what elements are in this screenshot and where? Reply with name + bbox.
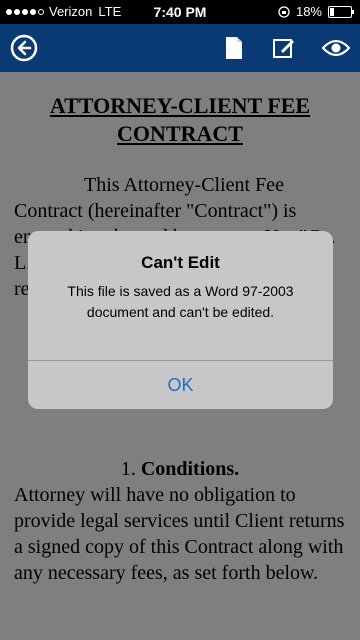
- alert-ok-button[interactable]: OK: [28, 361, 333, 409]
- document-button[interactable]: [220, 34, 248, 62]
- document-icon: [226, 37, 242, 59]
- back-arrow-circle-icon: [10, 34, 38, 62]
- section-title: Conditions.: [140, 458, 240, 480]
- battery-percent: 18%: [295, 4, 322, 19]
- edit-icon: [273, 39, 294, 58]
- eye-icon: [322, 39, 350, 57]
- back-button[interactable]: [10, 34, 38, 62]
- status-bar-right: 18%: [278, 4, 354, 19]
- document-title: ATTORNEY-CLIENT FEE CONTRACT: [49, 93, 311, 146]
- cant-edit-alert: Can't Edit This file is saved as a Word …: [28, 231, 333, 409]
- battery-level-fill: [330, 7, 334, 16]
- alert-title: Can't Edit: [141, 253, 220, 272]
- battery-icon: [328, 5, 354, 18]
- alert-message: This file is saved as a Word 97-2003 doc…: [67, 283, 294, 320]
- top-toolbar: [0, 24, 360, 72]
- status-bar: Verizon LTE 7:40 PM 18%: [0, 0, 360, 24]
- section-body: Attorney will have no obligation to prov…: [14, 484, 345, 584]
- section-number: 1.: [120, 458, 136, 480]
- rotation-lock-icon: [278, 5, 290, 18]
- section-heading: 1. Conditions.: [14, 456, 346, 482]
- edit-button[interactable]: [270, 34, 298, 62]
- view-button[interactable]: [322, 34, 350, 62]
